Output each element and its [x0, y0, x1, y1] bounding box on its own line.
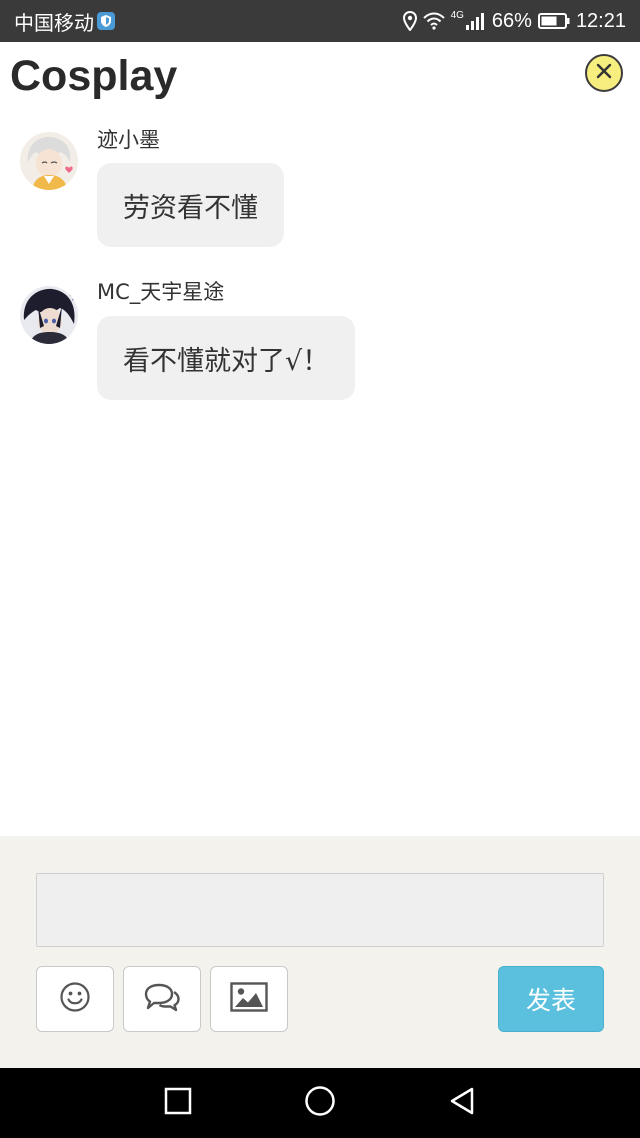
wifi-icon — [422, 12, 445, 30]
send-button[interactable]: 发表 — [498, 966, 604, 1032]
signal-icon — [465, 12, 486, 30]
close-circle-icon — [595, 62, 613, 84]
location-icon — [402, 11, 417, 31]
clock: 12:21 — [575, 9, 626, 32]
carrier-name: 中国移动 — [14, 12, 94, 35]
back-button[interactable] — [444, 1085, 480, 1121]
user-avatar[interactable] — [20, 286, 78, 344]
emoji-button[interactable] — [36, 966, 114, 1032]
chat-bubbles-icon — [143, 982, 181, 1016]
network-type: 4G — [450, 9, 464, 21]
user-avatar[interactable] — [20, 132, 78, 190]
image-icon — [230, 982, 268, 1016]
system-nav-bar — [0, 1068, 640, 1138]
emoji-icon — [59, 981, 91, 1017]
message-bubble: 劳资看不懂 — [97, 163, 284, 247]
recent-apps-button[interactable] — [160, 1085, 196, 1121]
close-button[interactable] — [585, 54, 623, 92]
recent-apps-icon — [164, 1087, 192, 1119]
topic-button[interactable] — [123, 966, 201, 1032]
home-button[interactable] — [302, 1085, 338, 1121]
image-button[interactable] — [210, 966, 288, 1032]
message-bubble: 看不懂就对了√！ — [97, 316, 356, 400]
message-input[interactable] — [36, 873, 604, 947]
home-icon — [304, 1085, 336, 1121]
battery-icon — [537, 12, 570, 30]
sender-name: 迹小墨 — [97, 128, 160, 152]
status-bar: 中国移动 4G 66% 12:21 — [0, 0, 640, 42]
back-icon — [448, 1086, 476, 1120]
battery-percent: 66% — [491, 9, 532, 32]
composer-panel: 发表 — [0, 836, 640, 1068]
sender-name: MC_天宇星途 — [97, 280, 225, 304]
shield-icon — [97, 11, 115, 31]
page-title: Cosplay — [10, 52, 178, 100]
